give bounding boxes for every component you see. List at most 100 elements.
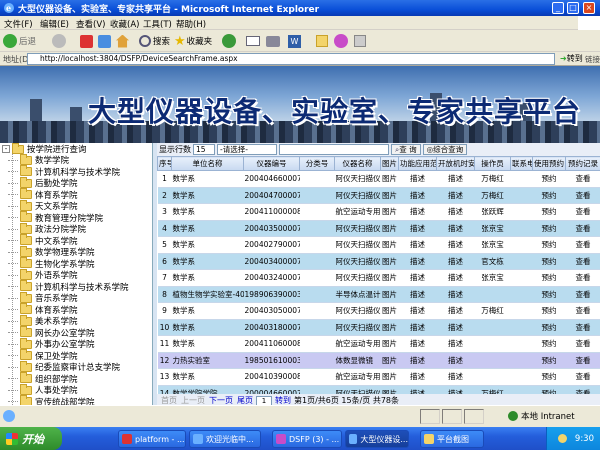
view-records-link[interactable]: 查看 <box>565 286 600 303</box>
tree-item[interactable]: 体育系学院 <box>8 303 78 316</box>
query-button[interactable]: ⌕查 询 <box>391 144 421 155</box>
view-records-link[interactable]: 查看 <box>565 253 600 270</box>
function-link[interactable]: 描述 <box>398 335 437 353</box>
reserve-link[interactable]: 预约 <box>532 319 566 336</box>
reserve-link[interactable]: 预约 <box>532 302 566 320</box>
maximize-button[interactable]: □ <box>567 2 579 14</box>
tree-item[interactable]: 数学学院 <box>8 153 69 166</box>
open-hours-link[interactable]: 描述 <box>436 368 475 386</box>
table-row[interactable]: 10数学系20040318000704010阿仪天扫描仪图片描述描述预约查看 <box>157 319 600 336</box>
mail-button[interactable] <box>246 33 260 49</box>
close-button[interactable]: × <box>583 2 595 14</box>
open-hours-link[interactable]: 描述 <box>436 302 475 320</box>
prev-page-link[interactable]: 上一页 <box>181 395 205 405</box>
view-records-link[interactable]: 查看 <box>565 335 600 353</box>
keyword-input[interactable] <box>279 144 389 155</box>
image-link[interactable]: 图片 <box>380 170 399 188</box>
view-records-link[interactable]: 查看 <box>565 187 600 204</box>
function-link[interactable]: 描述 <box>398 368 437 386</box>
reserve-link[interactable]: 预约 <box>532 203 566 221</box>
table-row[interactable]: 11数学系20041106000803010航空运动专用飞机图片描述描述预约查看 <box>157 335 600 353</box>
media-button[interactable] <box>222 33 236 49</box>
open-hours-link[interactable]: 描述 <box>436 203 475 221</box>
tree-item[interactable]: 宣传统战部学院 <box>8 395 95 405</box>
menu-view[interactable]: 查看(V) <box>76 18 105 30</box>
menu-favorites[interactable]: 收藏(A) <box>110 18 139 30</box>
image-link[interactable]: 图片 <box>380 335 399 353</box>
reserve-link[interactable]: 预约 <box>532 236 566 254</box>
function-link[interactable]: 描述 <box>398 302 437 320</box>
open-hours-link[interactable]: 描述 <box>436 220 475 237</box>
open-hours-link[interactable]: 描述 <box>436 352 475 369</box>
minimize-button[interactable]: _ <box>552 2 564 14</box>
next-page-link[interactable]: 下一页 <box>209 395 233 405</box>
tree-item[interactable]: 体育系学院 <box>8 188 78 201</box>
stop-button[interactable] <box>80 33 93 49</box>
start-button[interactable]: 开始 <box>0 427 62 450</box>
open-hours-link[interactable]: 描述 <box>436 236 475 254</box>
open-hours-link[interactable]: 描述 <box>436 187 475 204</box>
image-link[interactable]: 图片 <box>380 236 399 254</box>
reserve-link[interactable]: 预约 <box>532 286 566 303</box>
view-records-link[interactable]: 查看 <box>565 319 600 336</box>
tray-icon[interactable] <box>557 434 567 443</box>
tree-item[interactable]: 天文系学院 <box>8 199 78 212</box>
table-row[interactable]: 12力热实验室19850161000304033体数显微镜图片描述描述预约查看 <box>157 352 600 369</box>
table-row[interactable]: 9数学系20040305000704010阿仪天扫描仪图片描述描述万梅红预约查看 <box>157 302 600 320</box>
function-link[interactable]: 描述 <box>398 319 437 336</box>
category-select[interactable]: -请选择- <box>217 144 277 155</box>
image-link[interactable]: 图片 <box>380 253 399 270</box>
home-button[interactable] <box>116 33 129 49</box>
table-row[interactable]: 13数学系20041039000803010航空运动专用飞机图片描述描述预约查看 <box>157 368 600 386</box>
address-input[interactable]: http://localhost:3804/DSFP/DeviceSearchF… <box>27 53 555 65</box>
discuss-button[interactable] <box>316 33 328 49</box>
go-button[interactable]: ➜转到 <box>560 53 583 64</box>
reserve-link[interactable]: 预约 <box>532 335 566 353</box>
taskbar-task[interactable]: 平台截图 <box>420 430 484 448</box>
first-page-link[interactable]: 首页 <box>161 395 177 405</box>
tree-item[interactable]: 外语系学院 <box>8 268 78 281</box>
taskbar-task[interactable]: 欢迎光临中... <box>189 430 261 448</box>
tree-item[interactable]: 人事处学院 <box>8 383 78 396</box>
tree-item[interactable]: 音乐系学院 <box>8 291 78 304</box>
reserve-link[interactable]: 预约 <box>532 368 566 386</box>
view-records-link[interactable]: 查看 <box>565 236 600 254</box>
last-page-link[interactable]: 尾页 <box>237 395 253 405</box>
goto-page-link[interactable]: 转到 <box>275 395 291 405</box>
view-records-link[interactable]: 查看 <box>565 352 600 369</box>
function-link[interactable]: 描述 <box>398 236 437 254</box>
image-link[interactable]: 图片 <box>380 286 399 303</box>
back-button[interactable]: 后退 <box>3 33 36 49</box>
function-link[interactable]: 描述 <box>398 220 437 237</box>
view-records-link[interactable]: 查看 <box>565 368 600 386</box>
reserve-link[interactable]: 预约 <box>532 220 566 237</box>
tree-item[interactable]: 美术系学院 <box>8 314 78 327</box>
taskbar-task[interactable]: DSFP (3) - ... <box>272 430 342 448</box>
taskbar-task[interactable]: platform - ... <box>118 430 186 448</box>
image-link[interactable]: 图片 <box>380 203 399 221</box>
reserve-link[interactable]: 预约 <box>532 187 566 204</box>
menu-file[interactable]: 文件(F) <box>4 18 33 30</box>
open-hours-link[interactable]: 描述 <box>436 170 475 188</box>
table-row[interactable]: 8植物生物学实验室-40119890639000301010半导体点温计图片描述… <box>157 286 600 303</box>
table-row[interactable]: 1数学系20040466000704010阿仪天扫描仪图片描述描述万梅红预约查看 <box>157 170 600 188</box>
menu-edit[interactable]: 编辑(E) <box>40 18 69 30</box>
open-hours-link[interactable]: 描述 <box>436 335 475 353</box>
image-link[interactable]: 图片 <box>380 302 399 320</box>
collapse-icon[interactable]: - <box>2 145 10 153</box>
reserve-link[interactable]: 预约 <box>532 269 566 287</box>
function-link[interactable]: 描述 <box>398 203 437 221</box>
menu-tools[interactable]: 工具(T) <box>143 18 172 30</box>
table-row[interactable]: 5数学系20040279000704010阿仪天扫描仪图片描述描述张京宝预约查看 <box>157 236 600 254</box>
forward-button[interactable] <box>52 33 66 49</box>
links-button[interactable]: 链接 <box>585 54 600 65</box>
table-row[interactable]: 2数学系20040470000704010阿仪天扫描仪图片描述描述万梅红预约查看 <box>157 187 600 204</box>
function-link[interactable]: 描述 <box>398 170 437 188</box>
messenger-button[interactable] <box>334 33 348 49</box>
table-row[interactable]: 3数学系20041100000803010航空运动专用飞机图片描述描述张跃辉预约… <box>157 203 600 221</box>
image-link[interactable]: 图片 <box>380 352 399 369</box>
view-records-link[interactable]: 查看 <box>565 170 600 188</box>
view-records-link[interactable]: 查看 <box>565 220 600 237</box>
favorites-button[interactable]: ★ 收藏夹 <box>174 33 212 49</box>
view-records-link[interactable]: 查看 <box>565 269 600 287</box>
